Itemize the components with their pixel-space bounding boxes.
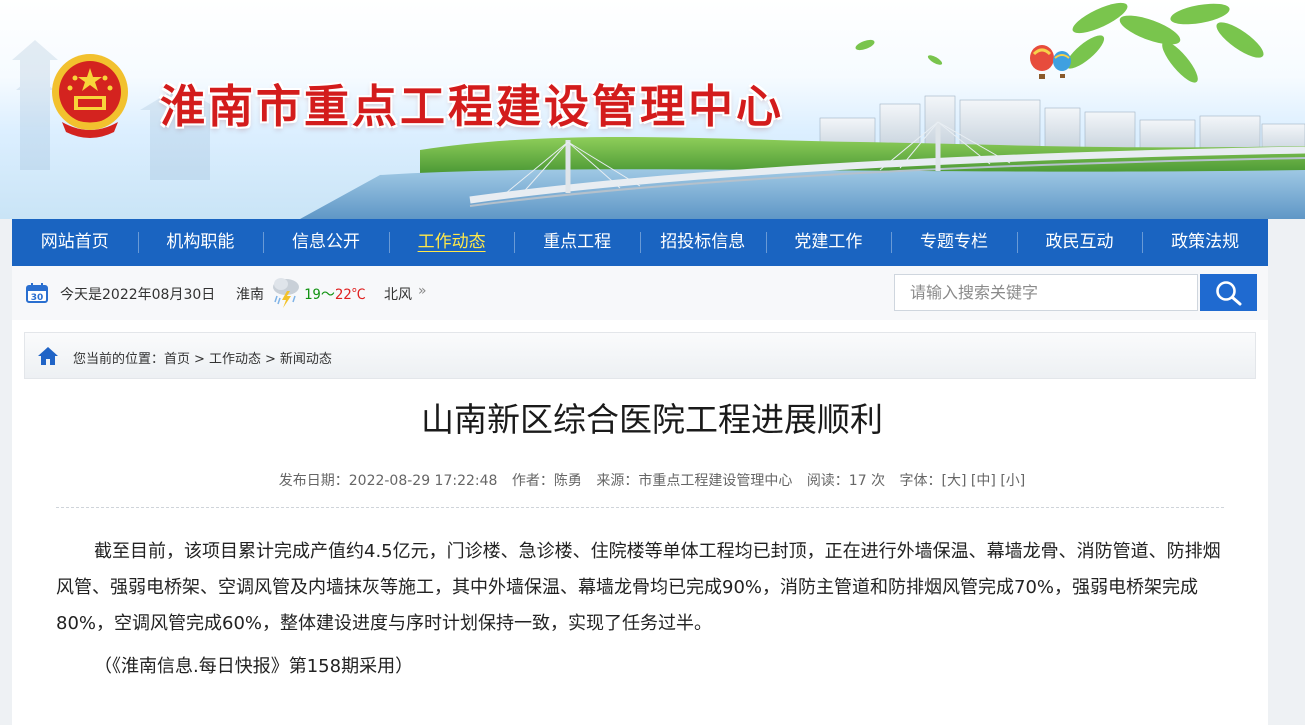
nav-item-policies[interactable]: 政策法规 (1142, 219, 1268, 266)
source: 来源：市重点工程建设管理中心 (596, 473, 793, 489)
article-paragraph: 截至目前，该项目累计完成产值约4.5亿元，门诊楼、急诊楼、住院楼等单体工程均已封… (56, 541, 1221, 634)
nav-item-organization[interactable]: 机构职能 (137, 219, 264, 266)
weather-more-link[interactable]: » (418, 283, 427, 299)
home-icon (38, 347, 58, 365)
font-size-label: 字体： (899, 473, 942, 489)
nav-item-bidding[interactable]: 招投标信息 (639, 219, 766, 266)
thunderstorm-icon (273, 278, 299, 308)
header-banner: 淮南市重点工程建设管理中心 (0, 0, 1305, 219)
nav-label[interactable]: 专题专栏 (920, 232, 988, 252)
nav-label[interactable]: 党建工作 (794, 232, 862, 252)
weather-city: 淮南 (236, 287, 264, 303)
hot-air-balloon-icon (1030, 45, 1071, 79)
breadcrumb-separator: > (194, 352, 205, 367)
temperature-range: 19～22℃ (304, 284, 366, 304)
nav-label[interactable]: 信息公开 (292, 232, 360, 252)
search-input[interactable] (894, 274, 1198, 311)
breadcrumb-news-link[interactable]: 新闻动态 (280, 352, 332, 367)
nav-label[interactable]: 政策法规 (1171, 232, 1239, 252)
publish-date: 发布日期：2022-08-29 17:22:48 (278, 473, 498, 489)
temp-separator: ～ (320, 287, 335, 303)
nav-item-home[interactable]: 网站首页 (12, 219, 138, 266)
nav-item-key-projects[interactable]: 重点工程 (514, 219, 640, 266)
nav-item-interaction[interactable]: 政民互动 (1016, 219, 1143, 266)
temp-low: 19 (304, 287, 321, 303)
search-icon (1216, 281, 1242, 306)
nav-item-work-news[interactable]: 工作动态 (388, 219, 515, 266)
nav-item-special-topics[interactable]: 专题专栏 (891, 219, 1017, 266)
breadcrumb: 您当前的位置：首页 > 工作动态 > 新闻动态 (24, 332, 1256, 379)
main-nav: 网站首页 机构职能 信息公开 工作动态 重点工程 招投标信息 党建工作 专题专栏… (12, 219, 1268, 266)
temp-high: 22℃ (334, 287, 366, 303)
national-emblem-logo (52, 54, 128, 138)
nav-item-info-disclosure[interactable]: 信息公开 (263, 219, 389, 266)
calendar-day: 30 (31, 293, 44, 303)
article-card: 您当前的位置：首页 > 工作动态 > 新闻动态 山南新区综合医院工程进展顺利 发布日期：… (12, 320, 1268, 725)
nav-label[interactable]: 工作动态 (418, 232, 486, 252)
site-title: 淮南市重点工程建设管理中心 (160, 80, 785, 133)
nav-label[interactable]: 网站首页 (41, 232, 109, 252)
font-size-medium-link[interactable]: [中] (971, 473, 996, 489)
nav-label[interactable]: 政民互动 (1046, 232, 1114, 252)
breadcrumb-trail: 您当前的位置：首页 > 工作动态 > 新闻动态 (73, 348, 332, 367)
breadcrumb-home-link[interactable]: 首页 (164, 352, 190, 367)
calendar-icon: 30 (26, 283, 48, 303)
font-size-large-link[interactable]: [大] (942, 473, 967, 489)
article-source-note: （《淮南信息.每日快报》第158期采用） (94, 656, 414, 677)
nav-item-party-building[interactable]: 党建工作 (765, 219, 892, 266)
search-button[interactable] (1200, 274, 1257, 311)
nav-label[interactable]: 机构职能 (166, 232, 234, 252)
meta-divider (56, 507, 1224, 508)
info-bar: 30 今天是2022年08月30日 淮南 19～22℃ 北风 » (12, 266, 1268, 321)
breadcrumb-prefix: 您当前的位置： (73, 352, 165, 367)
wind-direction: 北风 (384, 287, 412, 303)
read-count: 阅读：17 次 (806, 473, 886, 489)
font-size-small-link[interactable]: [小] (1000, 473, 1025, 489)
article-title: 山南新区综合医院工程进展顺利 (421, 400, 883, 439)
nav-label[interactable]: 重点工程 (543, 232, 611, 252)
article-meta: 发布日期：2022-08-29 17:22:48 作者：陈勇 来源：市重点工程建… (12, 470, 1292, 490)
breadcrumb-work-news-link[interactable]: 工作动态 (209, 352, 261, 367)
breadcrumb-separator: > (264, 352, 276, 367)
today-date: 今天是2022年08月30日 (60, 287, 216, 303)
font-size-switcher: 字体：[大] [中] [小] (900, 473, 1026, 489)
author: 作者：陈勇 (511, 473, 582, 489)
nav-label[interactable]: 招投标信息 (660, 232, 745, 252)
